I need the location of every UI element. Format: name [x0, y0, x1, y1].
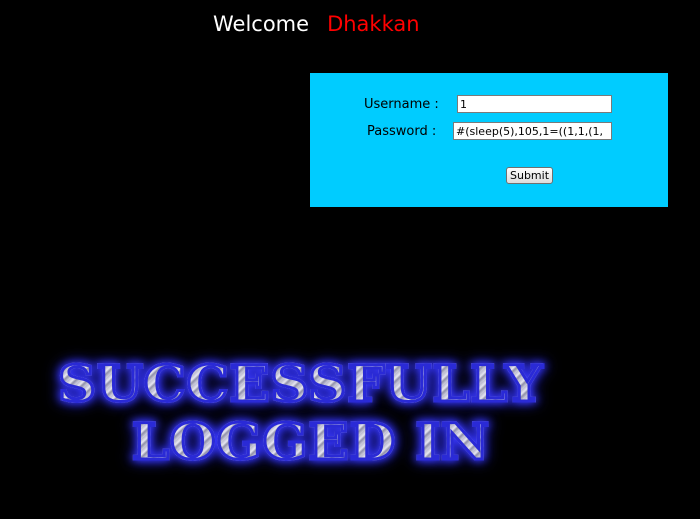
- welcome-label: Welcome: [213, 12, 310, 36]
- submit-button[interactable]: Submit: [506, 167, 554, 184]
- login-success-banner: SUCCESSFULLY LOGGED IN: [40, 352, 600, 482]
- user-name: Dhakkan: [327, 12, 420, 36]
- password-input[interactable]: [453, 122, 612, 140]
- welcome-header: Welcome Dhakkan: [213, 10, 420, 38]
- banner-line-1: SUCCESSFULLY: [56, 354, 544, 413]
- banner-line-2: LOGGED IN: [130, 412, 491, 471]
- username-label: Username :: [364, 97, 439, 112]
- password-row: Password :: [310, 122, 668, 144]
- login-form: Username : Password : Submit: [310, 73, 668, 207]
- username-input[interactable]: [457, 95, 612, 113]
- password-label: Password :: [367, 124, 437, 139]
- username-row: Username :: [310, 95, 668, 117]
